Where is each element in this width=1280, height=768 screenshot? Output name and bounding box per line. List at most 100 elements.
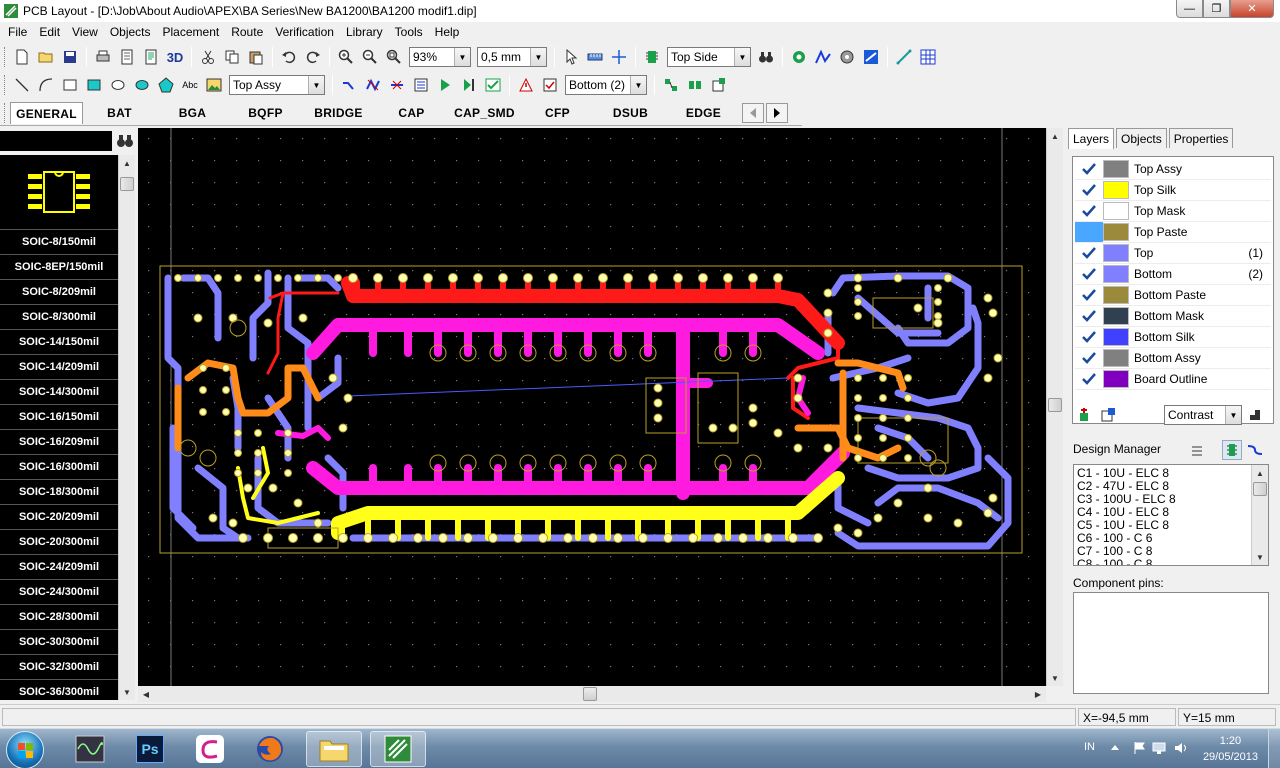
step-button[interactable] [458, 74, 480, 96]
tab-objects[interactable]: Objects [1116, 128, 1167, 148]
print-preview-button[interactable] [116, 46, 138, 68]
pcb-canvas[interactable] [138, 128, 1046, 686]
library-item[interactable]: SOIC-24/300mil [0, 579, 118, 604]
erc-button[interactable] [539, 74, 561, 96]
library-item[interactable]: SOIC-14/209mil [0, 354, 118, 379]
zoom-in-button[interactable] [335, 46, 357, 68]
net-button[interactable] [410, 74, 432, 96]
network-icon[interactable] [1152, 741, 1166, 755]
scroll-down-icon[interactable]: ▼ [1252, 549, 1268, 565]
minimize-button[interactable]: — [1176, 0, 1203, 18]
tab-edge[interactable]: EDGE [667, 102, 740, 124]
layer-color-swatch[interactable] [1103, 244, 1129, 262]
library-item[interactable]: SOIC-36/300mil [0, 679, 118, 700]
tab-cfp[interactable]: CFP [521, 102, 594, 124]
menu-verification[interactable]: Verification [269, 25, 340, 39]
scroll-left-icon[interactable]: ◀ [138, 686, 154, 702]
layer-row[interactable]: Bottom Silk [1075, 327, 1271, 348]
design-item[interactable]: C8 - 100 - C 8 [1077, 558, 1265, 566]
menu-placement[interactable]: Placement [157, 25, 226, 39]
route-layer-select[interactable]: Bottom (2) ▼ [565, 75, 647, 95]
open-file-button[interactable] [35, 46, 57, 68]
library-scrollbar[interactable]: ▲ ▼ [118, 155, 135, 700]
scroll-thumb[interactable] [1253, 482, 1267, 496]
tab-layers[interactable]: Layers [1068, 128, 1115, 149]
line-tool-button[interactable] [11, 74, 33, 96]
maximize-button[interactable]: ❐ [1203, 0, 1230, 18]
origin-tool-button[interactable] [608, 46, 630, 68]
library-item[interactable]: SOIC-24/209mil [0, 554, 118, 579]
volume-icon[interactable] [1174, 741, 1188, 755]
layer-color-swatch[interactable] [1103, 223, 1129, 241]
component-button[interactable] [641, 46, 663, 68]
component-grid-button[interactable] [660, 74, 682, 96]
library-item[interactable]: SOIC-16/300mil [0, 454, 118, 479]
measure-tool-button[interactable] [584, 46, 606, 68]
contrast-icon[interactable] [1249, 409, 1261, 421]
language-indicator[interactable]: IN [1084, 741, 1095, 753]
tab-bqfp[interactable]: BQFP [229, 102, 302, 124]
zoom-select[interactable]: 93% ▼ [409, 47, 471, 67]
track-tool-button[interactable] [338, 74, 360, 96]
add-layer-icon[interactable] [1076, 407, 1092, 423]
layer-color-swatch[interactable] [1103, 265, 1129, 283]
ratsnest-button[interactable] [893, 46, 915, 68]
contrast-select[interactable]: Contrast ▼ [1164, 405, 1242, 425]
library-item[interactable]: SOIC-14/300mil [0, 379, 118, 404]
layer-color-swatch[interactable] [1103, 286, 1129, 304]
component-filter-button[interactable] [1222, 440, 1242, 460]
tab-scroll-left-button[interactable] [742, 102, 764, 123]
new-file-button[interactable] [11, 46, 33, 68]
pad-button[interactable] [836, 46, 858, 68]
track-edit-button[interactable] [362, 74, 384, 96]
zoom-out-button[interactable] [359, 46, 381, 68]
autoroute-button[interactable] [860, 46, 882, 68]
library-item[interactable]: SOIC-28/300mil [0, 604, 118, 629]
scroll-down-icon[interactable]: ▼ [1047, 670, 1063, 686]
library-search-input[interactable] [0, 131, 112, 151]
layer-row[interactable]: Bottom Assy [1075, 348, 1271, 369]
layer-settings-icon[interactable] [1100, 407, 1116, 423]
scroll-thumb[interactable] [120, 177, 134, 191]
layer-visibility-checkbox[interactable] [1075, 159, 1103, 179]
layer-visibility-checkbox[interactable] [1075, 369, 1103, 389]
tab-general[interactable]: GENERAL [10, 101, 83, 124]
library-item[interactable]: SOIC-30/300mil [0, 629, 118, 654]
layer-row[interactable]: Board Outline [1075, 369, 1271, 390]
filled-ellipse-tool-button[interactable] [131, 74, 153, 96]
net-route-icon[interactable] [1246, 442, 1264, 458]
arc-tool-button[interactable] [35, 74, 57, 96]
text-tool-button[interactable]: Abc [179, 74, 201, 96]
select-tool-button[interactable] [560, 46, 582, 68]
toolbar-grip[interactable] [4, 75, 7, 95]
menu-edit[interactable]: Edit [33, 25, 66, 39]
print-button[interactable] [92, 46, 114, 68]
cut-button[interactable] [197, 46, 219, 68]
layer-visibility-checkbox[interactable] [1075, 264, 1103, 284]
menu-view[interactable]: View [66, 25, 104, 39]
tab-cap-smd[interactable]: CAP_SMD [448, 102, 521, 124]
tab-scroll-right-button[interactable] [766, 102, 788, 123]
tab-cap[interactable]: CAP [375, 102, 448, 124]
run-button[interactable] [434, 74, 456, 96]
canvas-horizontal-scrollbar[interactable]: ◀ ▶ [138, 686, 1046, 702]
undo-button[interactable] [278, 46, 300, 68]
library-item[interactable]: SOIC-8/209mil [0, 279, 118, 304]
layer-color-swatch[interactable] [1103, 307, 1129, 325]
scroll-down-icon[interactable]: ▼ [119, 684, 135, 700]
filled-rectangle-tool-button[interactable] [83, 74, 105, 96]
layer-visibility-checkbox[interactable] [1075, 180, 1103, 200]
check-button[interactable] [482, 74, 504, 96]
library-item[interactable]: SOIC-16/150mil [0, 404, 118, 429]
tab-bridge[interactable]: BRIDGE [302, 102, 375, 124]
find-component-button[interactable] [755, 46, 777, 68]
layer-visibility-checkbox[interactable] [1075, 306, 1103, 326]
scroll-thumb[interactable] [583, 687, 597, 701]
track-split-button[interactable] [386, 74, 408, 96]
binoculars-icon[interactable] [116, 131, 134, 151]
pcb-drawing[interactable] [138, 128, 1046, 686]
image-tool-button[interactable] [203, 74, 225, 96]
action-center-flag-icon[interactable] [1132, 741, 1146, 755]
taskbar-explorer[interactable] [306, 731, 362, 767]
layer-row[interactable]: Bottom Mask [1075, 306, 1271, 327]
